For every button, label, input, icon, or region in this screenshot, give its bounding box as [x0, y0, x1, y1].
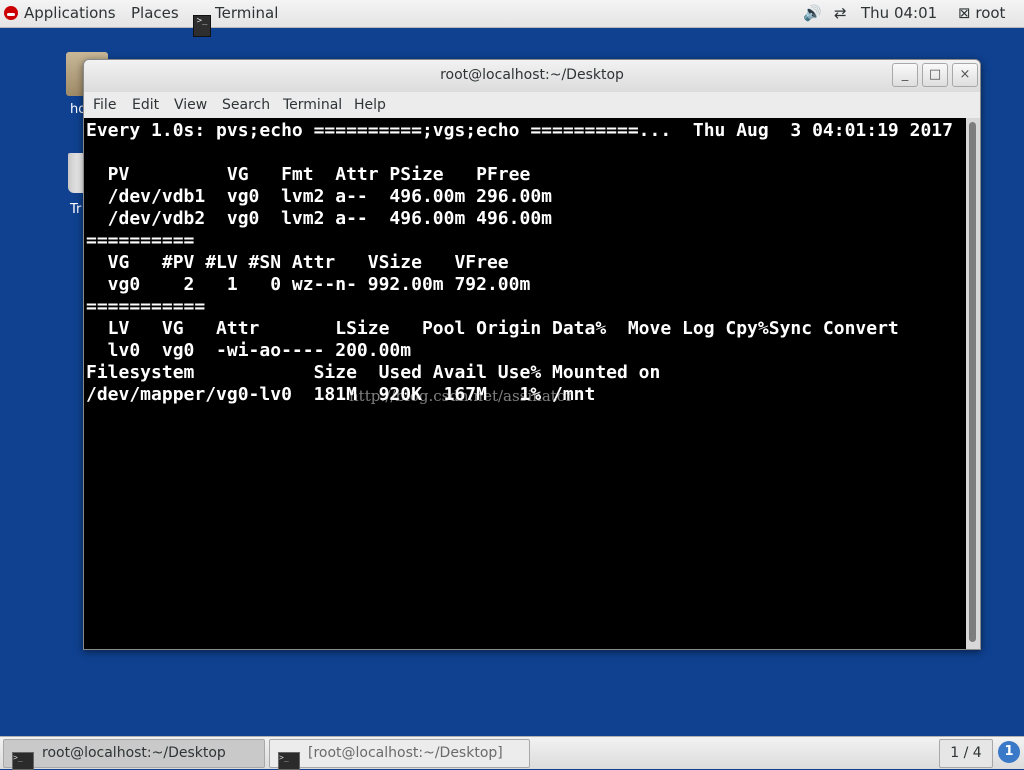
active-app-menu[interactable]: >_ Terminal	[193, 0, 279, 37]
taskbar-item-terminal[interactable]: >_ root@localhost:~/Desktop	[3, 739, 265, 770]
menu-help[interactable]: Help	[354, 92, 386, 119]
trash-label[interactable]: Tr	[70, 202, 81, 217]
terminal-app-icon: >_	[193, 15, 211, 37]
close-button[interactable]: ×	[952, 63, 978, 87]
terminal-line: Filesystem Size Used Avail Use% Mounted …	[86, 362, 661, 383]
user-menu[interactable]: ⊠ root	[958, 0, 1005, 27]
terminal-icon: >_	[278, 752, 300, 770]
terminal-output: Every 1.0s: pvs;echo ==========;vgs;echo…	[86, 120, 953, 406]
taskbar-item-label: [root@localhost:~/Desktop]	[308, 745, 503, 761]
bottom-panel: >_ root@localhost:~/Desktop >_ [root@local…	[0, 736, 1024, 770]
terminal-line: vg0 2 1 0 wz--n- 992.00m 792.00m	[86, 274, 531, 295]
menu-bar: File Edit View Search Terminal Help	[84, 92, 980, 119]
terminal-line: /dev/vdb2 vg0 lvm2 a-- 496.00m 496.00m	[86, 208, 552, 229]
clock[interactable]: Thu 04:01	[861, 0, 937, 27]
scrollbar[interactable]	[966, 118, 980, 649]
top-panel: Applications Places >_ Terminal 🔊 ⇄ Thu 0…	[0, 0, 1024, 37]
menu-terminal[interactable]: Terminal	[283, 92, 342, 119]
notification-icon[interactable]: 1	[998, 741, 1020, 763]
terminal-line: LV VG Attr LSize Pool Origin Data% Move …	[86, 318, 899, 339]
terminal-line: VG #PV #LV #SN Attr VSize VFree	[86, 252, 509, 273]
terminal-line: ===========	[86, 296, 206, 317]
applications-menu[interactable]: Applications	[4, 0, 116, 27]
menu-edit[interactable]: Edit	[132, 92, 159, 119]
menu-search[interactable]: Search	[222, 92, 270, 119]
redhat-logo-icon	[4, 6, 18, 20]
taskbar-item-terminal-minimized[interactable]: >_ [root@localhost:~/Desktop]	[269, 739, 530, 770]
terminal-line: PV VG Fmt Attr PSize PFree	[86, 164, 531, 185]
user-label: root	[975, 4, 1006, 22]
terminal-line: /dev/vdb1 vg0 lvm2 a-- 496.00m 296.00m	[86, 186, 552, 207]
maximize-button[interactable]: □	[922, 63, 948, 87]
taskbar-item-label: root@localhost:~/Desktop	[42, 745, 226, 761]
menu-file[interactable]: File	[93, 92, 116, 119]
terminal-screen[interactable]: Every 1.0s: pvs;echo ==========;vgs;echo…	[84, 118, 966, 649]
minimize-button[interactable]: _	[892, 63, 918, 87]
terminal-line: Every 1.0s: pvs;echo ==========;vgs;echo…	[86, 120, 953, 141]
scrollbar-thumb[interactable]	[969, 122, 976, 642]
user-icon: ⊠	[958, 4, 971, 22]
terminal-line: ==========	[86, 230, 195, 251]
window-title: root@localhost:~/Desktop	[440, 67, 624, 83]
terminal-window: root@localhost:~/Desktop _ □ × File Edit…	[83, 59, 981, 650]
menu-view[interactable]: View	[174, 92, 207, 119]
workspace-switcher[interactable]: 1 / 4	[939, 739, 993, 768]
terminal-icon: >_	[12, 752, 34, 770]
applications-label: Applications	[24, 4, 116, 22]
watermark: http://blog.csdn.net/assinator	[349, 387, 573, 405]
volume-icon[interactable]: 🔊	[803, 0, 822, 27]
window-titlebar[interactable]: root@localhost:~/Desktop _ □ ×	[84, 60, 980, 92]
terminal-line: lv0 vg0 -wi-ao---- 200.00m	[86, 340, 412, 361]
network-icon[interactable]: ⇄	[834, 0, 847, 27]
active-app-label: Terminal	[215, 4, 279, 22]
places-menu[interactable]: Places	[131, 0, 179, 27]
